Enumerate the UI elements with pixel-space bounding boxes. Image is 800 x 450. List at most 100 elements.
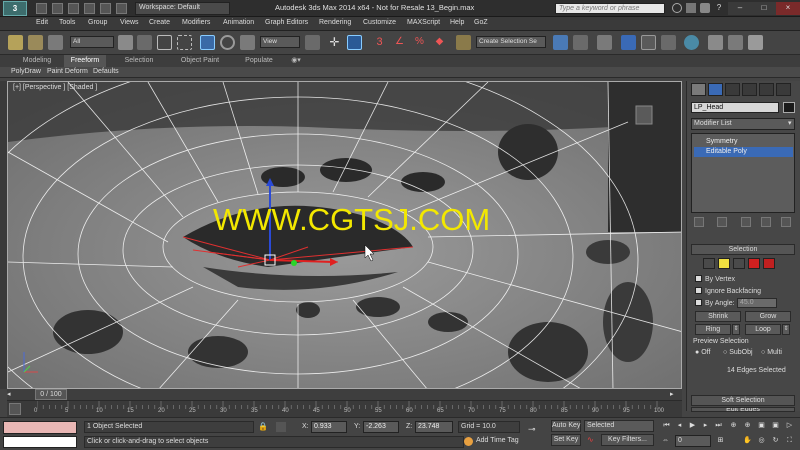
key-filters-button[interactable]: Key Filters... [601, 434, 654, 446]
ribbon-options-icon[interactable]: ◉▾ [288, 55, 304, 67]
select-and-scale-icon[interactable] [240, 35, 255, 50]
maximize-button[interactable]: □ [752, 2, 776, 15]
workspace-dropdown[interactable]: Workspace: Default [135, 2, 230, 15]
y-coordinate-field[interactable]: -2.263 [363, 421, 399, 433]
goto-start-icon[interactable]: ⏮ [661, 421, 672, 432]
zoom-all-icon[interactable]: ⊕ [742, 421, 753, 432]
select-by-name-icon[interactable] [137, 35, 152, 50]
menu-customize[interactable]: Customize [363, 19, 396, 26]
key-icon[interactable]: ⊸ [528, 424, 544, 434]
menu-create[interactable]: Create [149, 19, 170, 26]
hold-icon[interactable] [116, 3, 127, 14]
time-config-icon[interactable]: ⊞ [715, 436, 726, 447]
shrink-button[interactable]: Shrink [695, 311, 741, 322]
polygon-mode-icon[interactable] [748, 258, 760, 269]
minimize-button[interactable]: – [728, 2, 752, 15]
tab-object-paint[interactable]: Object Paint [170, 55, 230, 67]
time-next-icon[interactable]: ▸ [670, 390, 680, 399]
menu-rendering[interactable]: Rendering [319, 19, 351, 26]
field-of-view-icon[interactable]: ▷ [784, 421, 795, 432]
select-and-rotate-icon[interactable] [220, 35, 235, 50]
next-frame-icon[interactable]: ▸ [700, 421, 711, 432]
paint-deform-button[interactable]: Paint Deform [47, 68, 88, 75]
material-editor-icon[interactable] [684, 35, 699, 50]
key-mode-dropdown[interactable]: Selected [584, 420, 654, 432]
vertex-mode-icon[interactable] [703, 258, 715, 269]
soft-selection-rollout-header[interactable]: Soft Selection [691, 395, 795, 406]
object-color-swatch[interactable] [783, 102, 795, 113]
close-button[interactable]: × [776, 2, 800, 15]
render-production-icon[interactable] [748, 35, 763, 50]
by-angle-checkbox[interactable]: By Angle: [695, 299, 735, 307]
mini-curve-editor-icon[interactable] [9, 403, 21, 415]
tab-modeling[interactable]: Modeling [10, 55, 64, 67]
lock-selection-icon[interactable]: 🔒 [258, 422, 268, 431]
current-frame-field[interactable]: 0 [675, 435, 711, 447]
pivot-center-icon[interactable] [305, 35, 320, 50]
orbit-icon[interactable]: ↻ [770, 436, 781, 447]
tab-populate[interactable]: Populate [236, 55, 282, 67]
tab-freeform[interactable]: Freeform [64, 55, 106, 67]
loop-button[interactable]: Loop [745, 324, 781, 335]
schematic-view-icon[interactable] [661, 35, 676, 50]
search-input[interactable]: Type a keyword or phrase [555, 3, 665, 14]
loop-spinner[interactable]: ⇕ [782, 324, 790, 335]
remove-modifier-icon[interactable] [761, 217, 771, 227]
preview-off-radio[interactable]: ● Off [695, 349, 710, 356]
previous-frame-icon[interactable]: ◂ [674, 421, 685, 432]
edge-mode-icon[interactable] [718, 258, 730, 269]
maxscript-listener-white[interactable] [3, 436, 77, 448]
pan-view-icon[interactable]: ✋ [742, 436, 753, 447]
modifier-list-dropdown[interactable]: Modifier List [691, 118, 795, 130]
rectangular-selection-icon[interactable] [157, 35, 172, 50]
mirror-icon[interactable] [553, 35, 568, 50]
app-logo[interactable]: 3 [3, 1, 27, 16]
curve-editor-icon[interactable] [641, 35, 656, 50]
display-tab-icon[interactable] [759, 83, 774, 96]
object-name-field[interactable]: LP_Head [691, 102, 779, 113]
select-and-manipulate-icon[interactable]: ✛ [327, 35, 342, 50]
pin-stack-icon[interactable] [694, 217, 704, 227]
tab-selection[interactable]: Selection [112, 55, 166, 67]
snaps-toggle-icon[interactable]: 3 [372, 35, 387, 50]
menu-maxscript[interactable]: MAXScript [407, 19, 440, 26]
rendered-frame-window-icon[interactable] [728, 35, 743, 50]
track-bar[interactable]: 0 5 10 15 20 25 30 35 40 45 50 55 60 65 70 75 80 85 90 95 10… [7, 400, 682, 417]
motion-tab-icon[interactable] [742, 83, 757, 96]
search-icon[interactable] [672, 3, 682, 13]
time-prev-icon[interactable]: ◂ [7, 390, 17, 399]
time-slider-thumb[interactable]: 0 / 100 [35, 389, 67, 400]
time-slider[interactable]: ◂ 0 / 100 ▸ [7, 389, 682, 400]
open-file-icon[interactable] [52, 3, 63, 14]
layer-manager-icon[interactable] [597, 35, 612, 50]
create-tab-icon[interactable] [691, 83, 706, 96]
undo-icon[interactable] [84, 3, 95, 14]
menu-help[interactable]: Help [450, 19, 464, 26]
menu-edit[interactable]: Edit [36, 19, 48, 26]
defaults-button[interactable]: Defaults [93, 68, 119, 75]
play-icon[interactable]: ▶ [687, 421, 698, 432]
maxscript-listener-pink[interactable] [3, 421, 77, 434]
keyboard-shortcut-override-icon[interactable] [347, 35, 362, 50]
angle-value-field[interactable]: 45.0 [737, 298, 777, 308]
hierarchy-tab-icon[interactable] [725, 83, 740, 96]
make-unique-icon[interactable] [741, 217, 751, 227]
relative-absolute-icon[interactable] [276, 422, 286, 432]
menu-group[interactable]: Group [88, 19, 107, 26]
preview-multi-radio[interactable]: ○ Multi [761, 349, 782, 356]
unlink-selection-icon[interactable] [28, 35, 43, 50]
spinner-snap-icon[interactable]: ◆ [432, 35, 447, 50]
set-key-button[interactable]: Set Key [551, 434, 581, 446]
auto-key-button[interactable]: Auto Key [551, 420, 581, 432]
modify-tab-icon[interactable] [708, 83, 723, 96]
stack-item-editable-poly[interactable]: Editable Poly [694, 147, 793, 157]
menu-animation[interactable]: Animation [223, 19, 254, 26]
zoom-extents-all-icon[interactable]: ▣ [770, 421, 781, 432]
render-setup-icon[interactable] [708, 35, 723, 50]
bind-to-space-warp-icon[interactable] [48, 35, 63, 50]
select-and-link-icon[interactable] [8, 35, 23, 50]
ring-button[interactable]: Ring [695, 324, 731, 335]
menu-graph-editors[interactable]: Graph Editors [265, 19, 308, 26]
add-time-tag-button[interactable]: Add Time Tag [476, 437, 519, 444]
x-coordinate-field[interactable]: 0.933 [311, 421, 347, 433]
